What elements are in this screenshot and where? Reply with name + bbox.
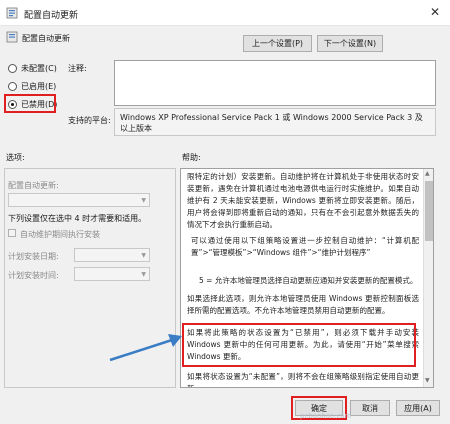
close-icon[interactable]: ✕ (430, 5, 440, 19)
apply-button[interactable]: 应用(A) (396, 400, 440, 416)
chevron-down-icon: ▼ (141, 197, 146, 204)
help-highlight-box (182, 323, 416, 367)
radio-enabled-circle[interactable] (8, 82, 17, 91)
configure-updates-select[interactable]: ▼ (8, 193, 150, 207)
cancel-button[interactable]: 取消 (350, 400, 390, 416)
comment-textarea[interactable] (114, 60, 436, 106)
radio-not-configured[interactable]: 未配置(C) (8, 63, 57, 74)
help-scrollbar[interactable]: ▲ ▼ (423, 169, 433, 387)
window-title: 配置自动更新 (24, 11, 79, 21)
install-time-label: 计划安装时间: (8, 271, 59, 280)
install-time-select[interactable]: ▼ (74, 267, 150, 281)
scrollbar-thumb[interactable] (425, 181, 433, 241)
radio-enabled[interactable]: 已启用(E) (8, 81, 56, 92)
disabled-highlight-box (4, 94, 56, 113)
comment-label: 注释: (68, 64, 87, 73)
site-watermark: pcbaobao.com (300, 412, 352, 420)
help-paragraph-1: 限特定的计划）安装更新。自动维护将在计算机处于非使用状态时安装更新，遇免在计算机… (187, 172, 419, 229)
policy-heading: 配置自动更新 (22, 34, 70, 43)
radio-not-configured-circle[interactable] (8, 64, 17, 73)
help-label: 帮助: (182, 153, 201, 162)
platform-textbox: Windows XP Professional Service Pack 1 或… (114, 108, 436, 136)
install-day-select[interactable]: ▼ (74, 248, 150, 262)
title-bar: 配置自动更新 ✕ (0, 0, 450, 26)
chevron-down-icon: ▼ (141, 271, 146, 278)
install-day-label: 计划安装日期: (8, 252, 59, 261)
platform-label: 支持的平台: (68, 116, 111, 125)
pointer-arrow-icon (109, 334, 182, 362)
schedule-note: 下列设置仅在选中 4 时才需要和适用。 (8, 214, 147, 223)
next-setting-button[interactable]: 下一个设置(N) (317, 35, 383, 52)
radio-enabled-label: 已启用(E) (21, 82, 57, 91)
options-label: 选项: (6, 153, 25, 162)
scroll-up-icon[interactable]: ▲ (425, 170, 430, 177)
scroll-down-icon[interactable]: ▼ (425, 377, 430, 384)
help-paragraph-4: 如果选择此选项，则允许本地管理员使用 Windows 更新控制面板选择所需的配置… (187, 294, 419, 315)
configure-updates-label: 配置自动更新: (8, 181, 59, 190)
help-paragraph-3: 5 = 允许本地管理员选择自动更新应通知并安装更新的配置模式。 (199, 276, 418, 285)
maintenance-install-checkbox[interactable] (8, 229, 16, 237)
chevron-down-icon: ▼ (141, 252, 146, 259)
help-paragraph-2: 可以通过使用以下组策略设置进一步控制自动维护：“计算机配置”>“管理模板”>“W… (191, 236, 419, 257)
prev-setting-button[interactable]: 上一个设置(P) (243, 35, 312, 52)
maintenance-install-label: 自动维护期间执行安装 (20, 230, 100, 239)
radio-not-configured-label: 未配置(C) (21, 64, 57, 73)
help-paragraph-6: 如果将状态设置为“未配置”，则将不会在组策略级别指定使用自动更新。 (187, 372, 419, 387)
policy-icon (6, 31, 18, 43)
policy-app-icon (6, 7, 18, 19)
